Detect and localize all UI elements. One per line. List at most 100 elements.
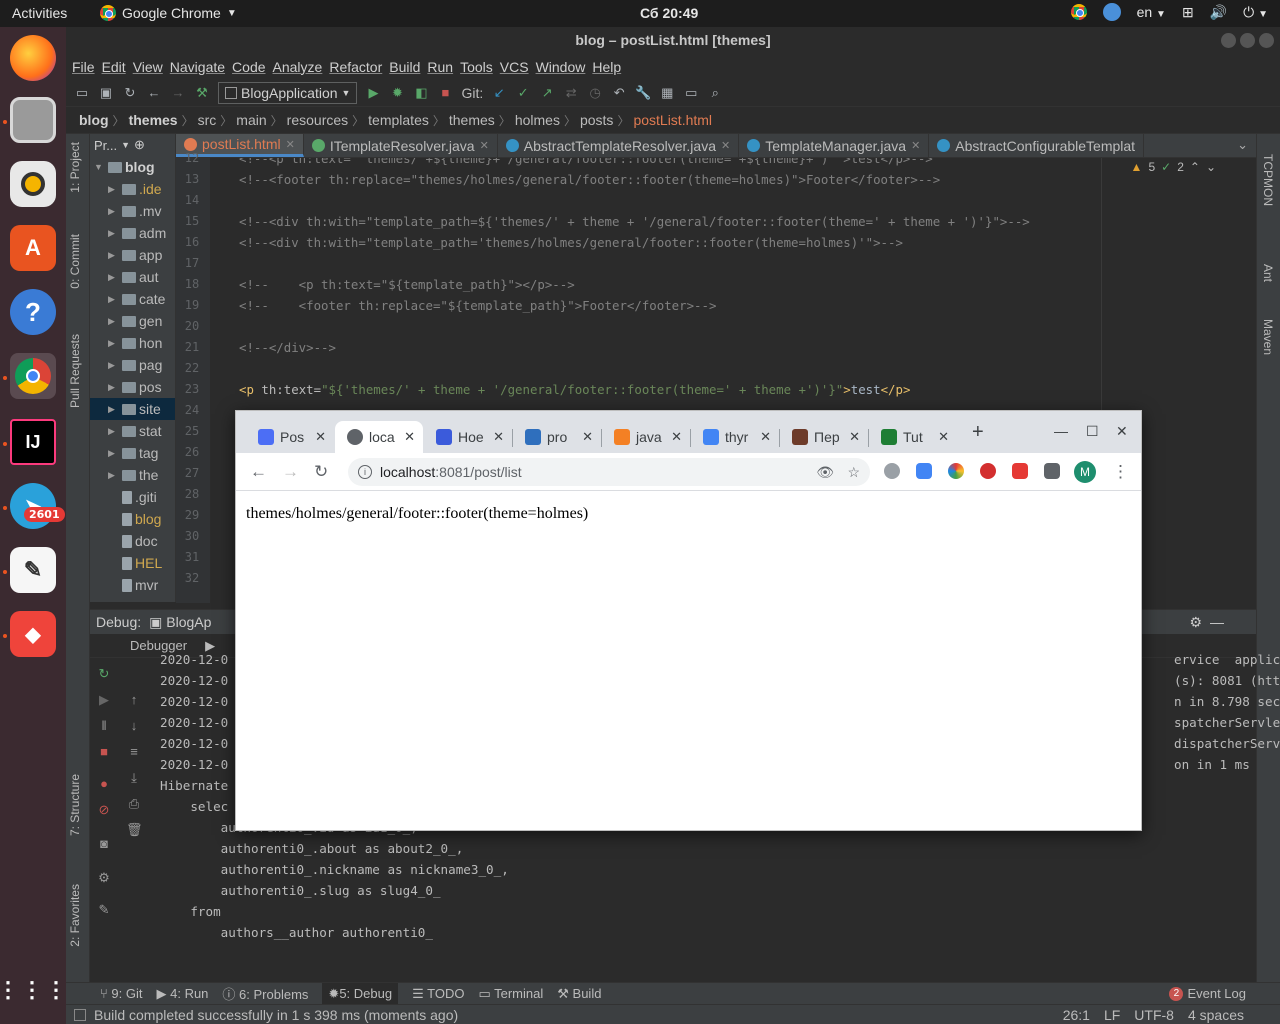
tab-maven[interactable]: Maven (1261, 319, 1275, 355)
menu-vcs[interactable]: VCS (500, 59, 536, 75)
profile-avatar[interactable]: M (1074, 461, 1096, 483)
back-icon[interactable]: ← (250, 462, 267, 482)
indent-setting[interactable]: 4 spaces (1188, 1007, 1244, 1023)
camera-icon[interactable]: ◙ (96, 836, 112, 852)
project-tree-item[interactable]: .giti (90, 486, 175, 508)
chrome-menu-icon[interactable]: ⋮ (1112, 462, 1129, 482)
project-tree-item[interactable]: ▶ cate (90, 288, 175, 310)
files-icon[interactable] (10, 97, 56, 143)
menu-run[interactable]: Run (427, 59, 460, 75)
back-icon[interactable]: ← (146, 85, 162, 101)
status-checkbox-icon[interactable] (74, 1008, 86, 1021)
chevron-right-icon[interactable]: ▶ (108, 448, 122, 459)
project-tree-item[interactable]: ▶ site (90, 398, 175, 420)
translate-extension-icon[interactable] (916, 463, 932, 479)
git-update-icon[interactable]: ↙ (491, 85, 507, 101)
chevron-right-icon[interactable]: ▶ (108, 470, 122, 481)
menu-refactor[interactable]: Refactor (329, 59, 389, 75)
globe-extension-icon[interactable] (884, 463, 900, 479)
print-icon[interactable]: ⎙ (126, 796, 142, 812)
toolwindow-button[interactable]: ⓘ 6: Problems (222, 984, 308, 1003)
menu-tools[interactable]: Tools (460, 59, 500, 75)
tracking-blocked-icon[interactable]: 👁 (816, 464, 834, 481)
line-separator[interactable]: LF (1104, 1007, 1120, 1023)
info-icon[interactable]: i (358, 465, 372, 479)
save-icon[interactable]: ▣ (98, 85, 114, 101)
tab-favorites[interactable]: 2: Favorites (68, 884, 82, 947)
chevron-down-icon[interactable]: ⌄ (1206, 160, 1216, 174)
scroll-down-icon[interactable]: ↓ (126, 718, 142, 734)
settings-wrench-icon[interactable]: 🔧 (635, 85, 651, 101)
maximize-icon[interactable]: ☐ (1086, 423, 1099, 440)
tab-close-icon[interactable]: ✕ (721, 139, 730, 152)
git-compare-icon[interactable]: ⇄ (563, 85, 579, 101)
coverage-icon[interactable]: ◧ (413, 85, 429, 101)
forward-icon[interactable]: → (170, 85, 186, 101)
scroll-end-icon[interactable]: ⤓ (126, 770, 142, 786)
menu-help[interactable]: Help (592, 59, 628, 75)
chevron-right-icon[interactable]: ▶ (108, 184, 122, 195)
crosshair-icon[interactable]: ⊕ (134, 137, 145, 153)
tab-close-icon[interactable]: ✕ (404, 429, 415, 445)
editor-tab[interactable]: AbstractTemplateResolver.java ✕ (498, 134, 740, 157)
minimize-icon[interactable] (1221, 33, 1236, 48)
maximize-icon[interactable] (1240, 33, 1255, 48)
git-history-icon[interactable]: ◷ (587, 85, 603, 101)
weather-icon[interactable] (1102, 3, 1121, 21)
new-tab-button[interactable]: + (972, 421, 984, 444)
volume-icon[interactable]: 🔊 (1210, 4, 1227, 21)
chevron-right-icon[interactable]: ▶ (108, 360, 122, 371)
tab-structure[interactable]: 7: Structure (68, 774, 82, 836)
close-icon[interactable]: ✕ (1116, 423, 1128, 440)
show-applications-icon[interactable]: ⋮⋮⋮ (0, 967, 67, 1013)
clock[interactable]: Сб 20:49 (640, 5, 698, 21)
menu-view[interactable]: View (133, 59, 170, 75)
text-editor-icon[interactable]: ✎ (10, 547, 56, 593)
tab-close-icon[interactable]: ✕ (315, 429, 326, 445)
rerun-icon[interactable]: ↻ (96, 666, 112, 682)
tab-close-icon[interactable]: ✕ (480, 139, 489, 152)
chevron-down-icon[interactable]: ▼ (94, 162, 108, 172)
chevron-up-icon[interactable]: ⌃ (1190, 160, 1200, 174)
browser-tab[interactable]: Пер ✕ (780, 421, 868, 453)
language-indicator[interactable]: en ▼ (1137, 4, 1166, 20)
breadcrumb-item[interactable]: main (236, 112, 266, 128)
project-tree-item[interactable]: ▶ gen (90, 310, 175, 332)
toolwindow-button[interactable]: ▭ Terminal (478, 986, 543, 1002)
project-tree-item[interactable]: HEL (90, 552, 175, 574)
event-log-button[interactable]: 2 Event Log (1169, 986, 1246, 1001)
breadcrumb-item[interactable]: themes (449, 112, 495, 128)
browser-tab[interactable]: Hoe ✕ (424, 421, 512, 453)
project-tree-item[interactable]: doc (90, 530, 175, 552)
extensions-puzzle-icon[interactable] (1044, 463, 1060, 479)
editor-tab[interactable]: AbstractConfigurableTemplat (929, 134, 1145, 157)
toolwindow-button[interactable]: ⚒ Build (557, 986, 601, 1002)
open-folder-icon[interactable]: ▭ (74, 85, 90, 101)
tab-ant[interactable]: Ant (1261, 264, 1275, 282)
help-icon[interactable]: ? (10, 289, 56, 335)
reload-icon[interactable]: ↻ (314, 462, 328, 482)
firefox-icon[interactable] (10, 35, 56, 81)
project-tree-item[interactable]: blog (90, 508, 175, 530)
chevron-down-icon[interactable]: ⌄ (1237, 137, 1248, 153)
project-tree-item[interactable]: ▶ the (90, 464, 175, 486)
telegram-icon[interactable]: ➤ (10, 483, 56, 529)
toolwindow-button[interactable]: ✹ 5: Debug (322, 982, 399, 1005)
project-tree-item[interactable]: ▶ pos (90, 376, 175, 398)
tab-close-icon[interactable]: ✕ (849, 429, 860, 445)
stop-icon[interactable]: ■ (437, 85, 453, 101)
power-icon[interactable]: ⏻ ▼ (1243, 4, 1268, 21)
browser-tab[interactable]: Pos ✕ (246, 421, 334, 453)
activities-button[interactable]: Activities (12, 5, 67, 21)
search-icon[interactable]: ⌕ (707, 85, 723, 101)
breadcrumb-current-file[interactable]: postList.html (633, 112, 712, 128)
toolwindow-button[interactable]: ⑂ 9: Git (100, 986, 143, 1001)
debug-config-tab[interactable]: ▣ BlogAp (149, 614, 211, 631)
pin-icon[interactable]: ✎ (96, 902, 112, 918)
chrome-tray-icon[interactable] (1070, 4, 1087, 20)
software-center-icon[interactable]: A (10, 225, 56, 271)
minimize-icon[interactable]: — (1054, 423, 1068, 439)
red-extension-icon[interactable] (1012, 463, 1028, 479)
close-icon[interactable] (1259, 33, 1274, 48)
chevron-right-icon[interactable]: ▶ (108, 206, 122, 217)
